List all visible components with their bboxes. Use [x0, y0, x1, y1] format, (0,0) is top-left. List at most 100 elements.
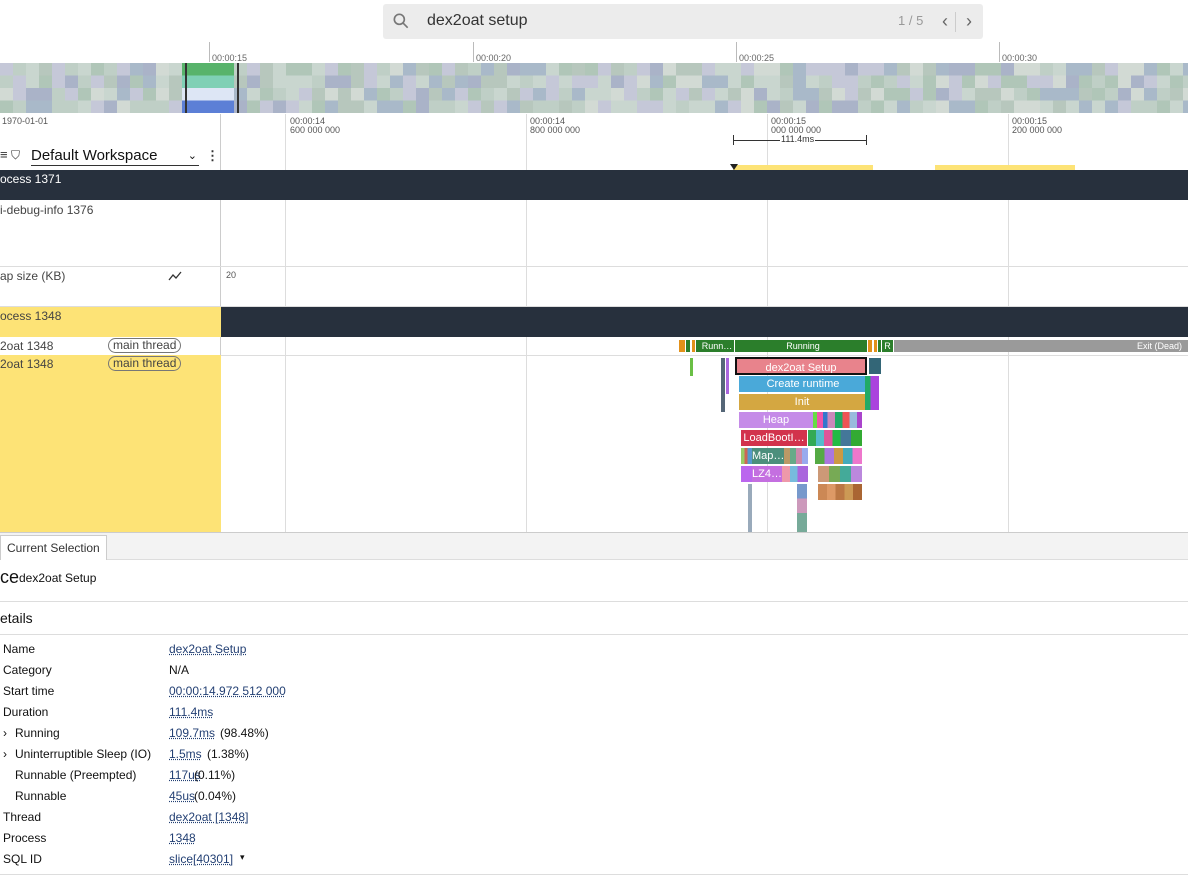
slice-area[interactable]: dex2oat Setup Create runtime Init Heap L… [0, 355, 1188, 532]
heatmap-cell [390, 63, 403, 76]
detail-key: Duration [3, 705, 49, 719]
heatmap-cell [572, 100, 585, 113]
heatmap-cell [988, 63, 1001, 76]
heatmap-cell [715, 63, 728, 76]
heatmap-cell [468, 75, 481, 88]
slice-lz4[interactable]: LZ4… [752, 466, 782, 482]
heatmap-cell [338, 88, 351, 101]
heatmap-cell [91, 100, 104, 113]
heatmap-cell [364, 63, 377, 76]
detail-value-sql-id[interactable]: slice[40301] [169, 852, 233, 866]
detail-value-name[interactable]: dex2oat Setup [169, 642, 246, 656]
filter-icon[interactable]: ⛉ [11, 148, 20, 163]
chart-icon[interactable] [168, 271, 182, 281]
heatmap-cell [923, 100, 936, 113]
thread-state-bars[interactable]: Runn… Running R Exit (Dead) [679, 340, 1188, 352]
slice-create-runtime[interactable]: Create runtime [739, 376, 867, 392]
slice-init[interactable]: Init [739, 394, 865, 410]
detail-value-start-time[interactable]: 00:00:14.972 512 000 [169, 684, 286, 698]
slice-cluster[interactable] [865, 376, 879, 410]
heatmap-cell [715, 75, 728, 88]
heatmap-cell [741, 88, 754, 101]
detail-value-thread[interactable]: dex2oat [1348] [169, 810, 248, 824]
slice[interactable] [726, 358, 729, 394]
heatmap-cell [988, 100, 1001, 113]
heatmap-cell [962, 100, 975, 113]
detail-value-sleep[interactable]: 1.5ms [169, 747, 202, 761]
heatmap-cell [39, 100, 52, 113]
chevron-right-icon[interactable]: › [959, 10, 979, 32]
heatmap-cell [65, 88, 78, 101]
state-bar[interactable] [878, 340, 881, 352]
menu-icon[interactable]: ≡ [0, 147, 8, 162]
slice[interactable] [797, 484, 807, 532]
heatmap-cell [143, 88, 156, 101]
slice-cluster[interactable] [741, 448, 752, 464]
detail-value-running[interactable]: 109.7ms [169, 726, 215, 740]
expand-running-icon[interactable]: › [3, 726, 7, 740]
heatmap-cell [910, 75, 923, 88]
nav-divider [955, 12, 956, 32]
state-bar-running[interactable]: Runn… [700, 340, 734, 352]
tab-current-selection[interactable]: Current Selection [0, 535, 107, 560]
slice-cluster[interactable] [818, 466, 862, 482]
search-box[interactable]: 1 / 5 ‹ › [383, 4, 983, 39]
chevron-left-icon[interactable]: ‹ [935, 10, 955, 32]
heatmap-cell [585, 88, 598, 101]
heatmap-cell [351, 88, 364, 101]
heatmap-cell [689, 88, 702, 101]
process-track-1371[interactable]: ocess 1371 [0, 170, 1188, 200]
detail-value-runnable[interactable]: 45us [169, 789, 195, 803]
workspace-select[interactable]: Default Workspace ⌄ [31, 147, 199, 166]
overview-selection-window[interactable] [185, 63, 239, 113]
heatmap-cell [1105, 75, 1118, 88]
slice[interactable] [741, 466, 752, 482]
slice-cluster[interactable] [818, 484, 862, 500]
detail-value-process[interactable]: 1348 [169, 831, 196, 845]
axis-line [526, 114, 527, 170]
thread-track-debug-info[interactable]: i-debug-info 1376 [0, 200, 1188, 267]
state-bar[interactable] [686, 340, 690, 352]
expand-sleep-icon[interactable]: › [3, 747, 7, 761]
state-bar-exit[interactable]: Exit (Dead) [894, 340, 1188, 352]
heatmap-cell [1118, 88, 1131, 101]
search-input[interactable] [427, 10, 847, 32]
heatmap-cell [520, 100, 533, 113]
overview-timeline[interactable]: 00:00:15 00:00:20 00:00:25 00:00:30 [0, 42, 1188, 114]
slice[interactable] [869, 358, 881, 374]
detail-value-percent: (1.38%) [207, 747, 250, 761]
state-bar[interactable] [874, 340, 877, 352]
heatmap-cell [806, 100, 819, 113]
slice-cluster[interactable] [782, 466, 808, 482]
state-bar-running[interactable]: Running [739, 340, 867, 352]
detail-value-percent: (98.48%) [220, 726, 269, 740]
search-result-count: 1 / 5 [898, 13, 924, 28]
slice[interactable] [721, 358, 725, 412]
counter-track-heap-size[interactable]: ap size (KB) 20 [0, 267, 1188, 307]
state-bar[interactable] [868, 340, 872, 352]
slice-map[interactable]: Map… [752, 448, 784, 464]
slice[interactable] [748, 484, 752, 532]
slice-dex2oat-setup[interactable]: dex2oat Setup [735, 357, 867, 375]
heatmap-cell [390, 100, 403, 113]
more-vert-icon[interactable]: ⋮ [206, 148, 219, 164]
heatmap-cell [299, 88, 312, 101]
slice-heap[interactable]: Heap [739, 412, 813, 428]
process-track-1348[interactable]: ocess 1348 [0, 307, 1188, 337]
slice-cluster[interactable] [813, 412, 862, 428]
slice-cluster[interactable] [808, 430, 862, 446]
caret-down-icon[interactable]: ▾ [240, 852, 245, 863]
heatmap-cell [598, 100, 611, 113]
slice[interactable] [690, 358, 693, 376]
heatmap-cell [832, 63, 845, 76]
heatmap-cell [429, 63, 442, 76]
slice-cluster[interactable] [784, 448, 808, 464]
heatmap-cell [923, 88, 936, 101]
detail-value-duration[interactable]: 111.4ms [169, 705, 213, 719]
slice-loadbootimage[interactable]: LoadBootI… [741, 430, 807, 446]
slice-cluster[interactable] [815, 448, 862, 464]
state-bar[interactable] [692, 340, 695, 352]
state-bar-runnable[interactable]: R [882, 340, 893, 352]
heatmap-cell [1183, 100, 1188, 113]
state-bar[interactable] [679, 340, 685, 352]
